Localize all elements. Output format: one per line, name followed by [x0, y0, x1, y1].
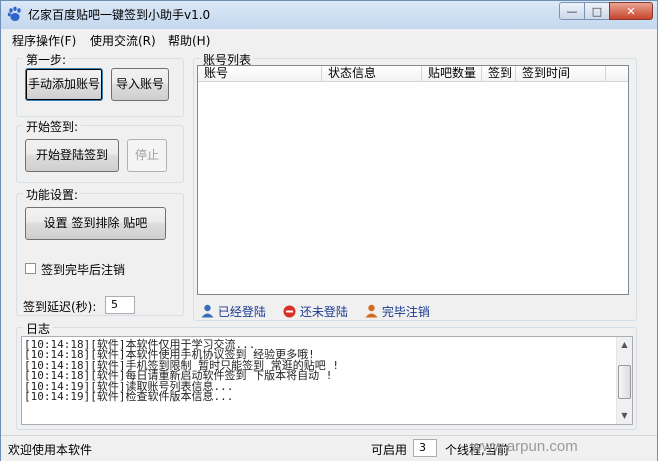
account-list-header: 账号 状态信息 贴吧数量 签到 签到时间: [198, 66, 628, 82]
baidu-paw-icon: [7, 6, 21, 21]
user-icon-blue: [201, 304, 214, 318]
import-account-button[interactable]: 导入账号: [111, 68, 169, 101]
column-filler: [606, 66, 628, 82]
logout-after-checkbox[interactable]: [25, 263, 36, 274]
legend-logged-out-label: 完毕注销: [381, 305, 430, 319]
watermark-text: www.arpun.com: [471, 438, 578, 455]
log-line: [10:14:19][软件]检查软件版本信息...: [24, 390, 234, 404]
delay-label: 签到延迟(秒):: [23, 300, 97, 314]
column-signed[interactable]: 签到: [482, 66, 516, 82]
welcome-text: 欢迎使用本软件: [8, 443, 93, 457]
threads-label: 可启用: [371, 443, 408, 457]
column-bar-count[interactable]: 贴吧数量: [422, 66, 482, 82]
menu-program[interactable]: 程序操作(F): [12, 32, 76, 49]
menu-bar: 程序操作(F) 使用交流(R) 帮助(H): [1, 29, 657, 49]
window-title: 亿家百度贴吧一键签到小助手v1.0: [28, 8, 211, 22]
settings-title: 功能设置:: [23, 186, 82, 203]
log-title: 日志: [23, 320, 54, 337]
scroll-thumb[interactable]: [618, 365, 631, 399]
step1-title: 第一步:: [23, 51, 70, 68]
title-bar[interactable]: 亿家百度贴吧一键签到小助手v1.0 — □ ✕: [1, 1, 657, 29]
main-window: 亿家百度贴吧一键签到小助手v1.0 — □ ✕ 程序操作(F) 使用交流(R) …: [0, 0, 658, 461]
log-textarea[interactable]: [10:14:18][软件]本软件仅用于学习交流... [10:14:18][软…: [21, 336, 633, 425]
log-scrollbar[interactable]: ▲ ▼: [616, 337, 632, 424]
menu-community[interactable]: 使用交流(R): [90, 32, 156, 49]
scroll-up-arrow-icon[interactable]: ▲: [617, 337, 632, 353]
maximize-button[interactable]: □: [584, 2, 610, 20]
menu-help[interactable]: 帮助(H): [168, 32, 210, 49]
add-account-button[interactable]: 手动添加账号: [25, 68, 103, 101]
column-account[interactable]: 账号: [198, 66, 322, 82]
minimize-button[interactable]: —: [559, 2, 585, 20]
account-list[interactable]: 账号 状态信息 贴吧数量 签到 签到时间: [197, 65, 629, 295]
exclude-settings-button[interactable]: 设置 签到排除 贴吧: [25, 207, 166, 240]
close-button[interactable]: ✕: [609, 2, 653, 20]
signin-title: 开始签到:: [23, 118, 82, 135]
stop-button[interactable]: 停止: [127, 139, 167, 172]
legend-not-logged-in: 还未登陆: [283, 303, 348, 320]
logout-after-label: 签到完毕后注销: [41, 263, 126, 277]
legend-logged-in-label: 已经登陆: [217, 305, 266, 319]
legend-not-logged-in-label: 还未登陆: [299, 305, 348, 319]
scroll-down-arrow-icon[interactable]: ▼: [617, 408, 632, 424]
legend-logged-out: 完毕注销: [365, 303, 430, 320]
threads-input[interactable]: 3: [413, 439, 437, 457]
delay-input[interactable]: 5: [105, 296, 135, 314]
column-status[interactable]: 状态信息: [322, 66, 422, 82]
column-signin-time[interactable]: 签到时间: [516, 66, 606, 82]
log-lines: [10:14:18][软件]本软件仅用于学习交流... [10:14:18][软…: [22, 337, 632, 402]
legend-logged-in: 已经登陆: [201, 303, 266, 320]
start-signin-button[interactable]: 开始登陆签到: [25, 139, 119, 172]
stop-sign-icon: [283, 305, 296, 318]
user-icon-orange: [365, 304, 378, 318]
